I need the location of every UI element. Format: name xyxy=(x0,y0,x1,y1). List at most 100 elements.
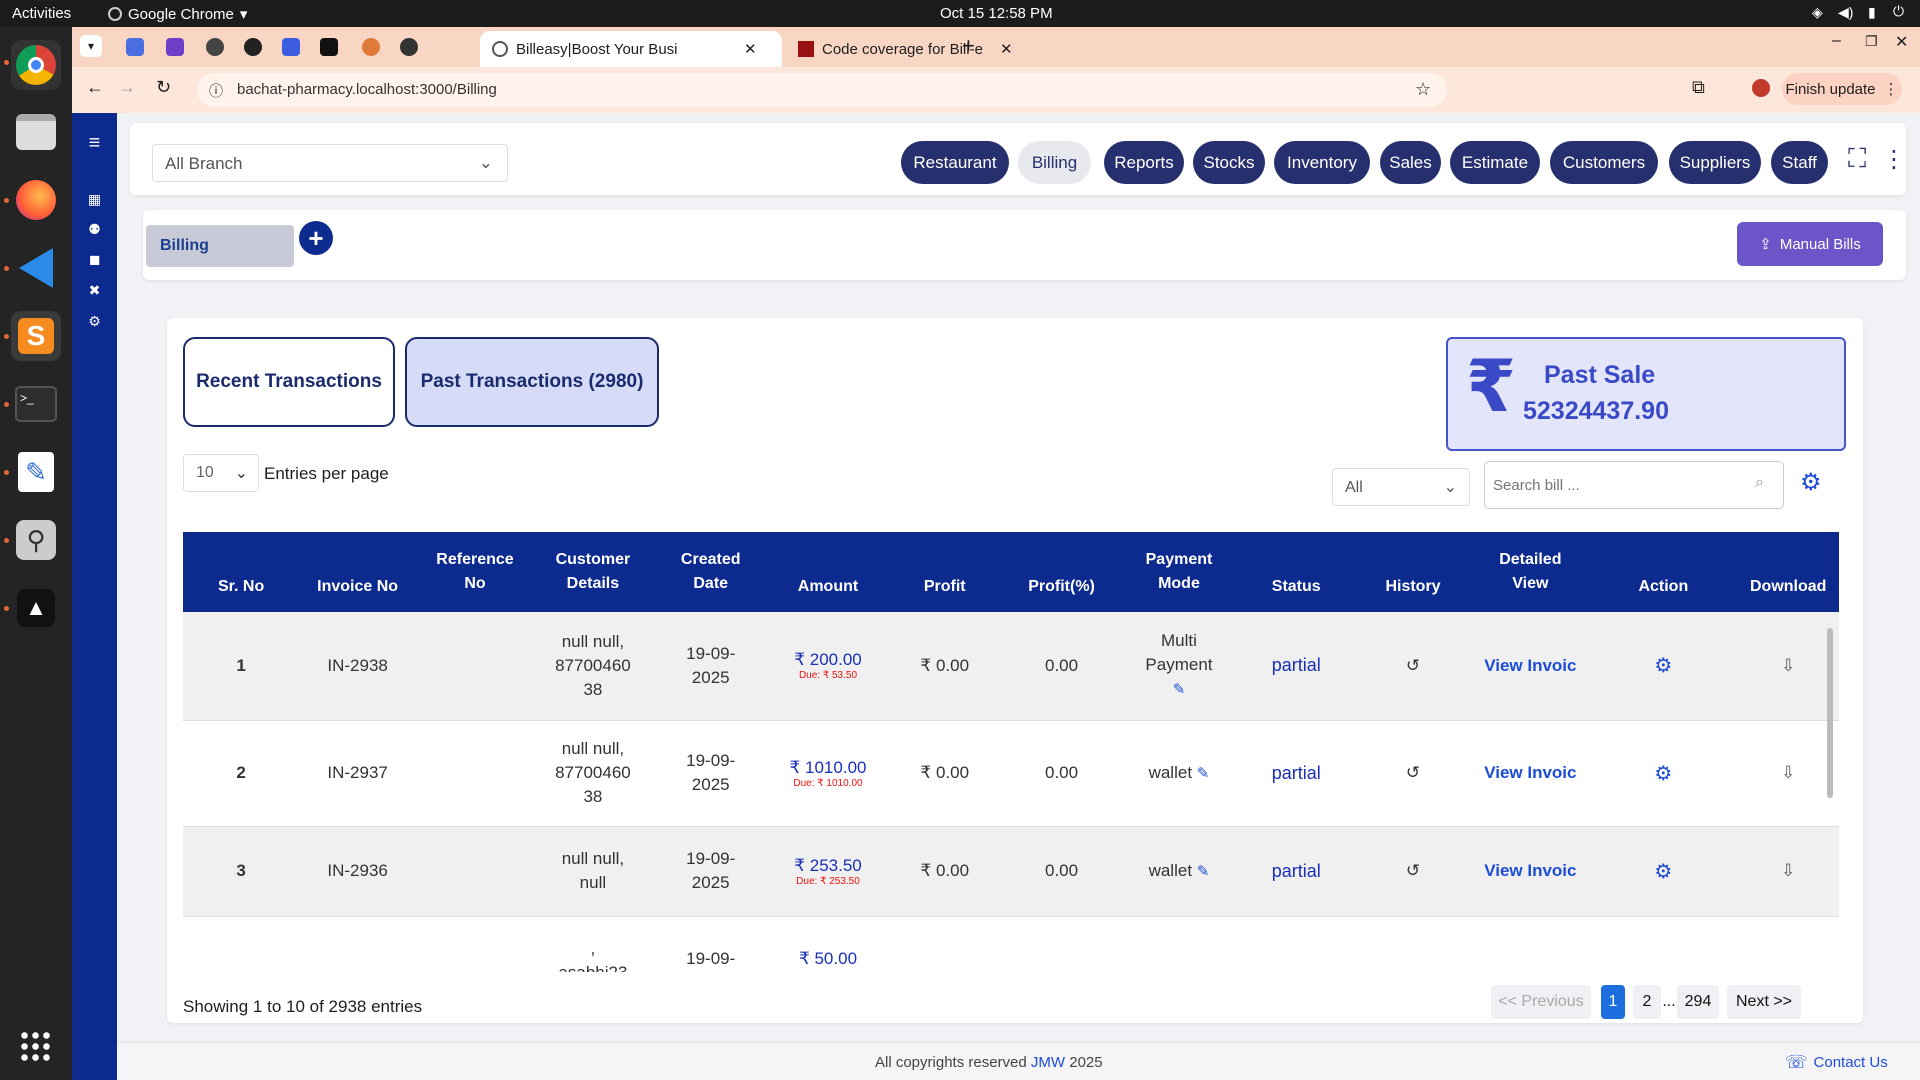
recent-transactions-tab[interactable]: Recent Transactions xyxy=(183,337,395,427)
reload-icon[interactable]: ↻ xyxy=(156,77,171,98)
action-gear-icon[interactable]: ⚙ xyxy=(1589,826,1737,916)
sublime-dock-icon[interactable]: S xyxy=(11,311,61,361)
show-apps-icon[interactable] xyxy=(11,1022,61,1072)
text-editor-dock-icon[interactable]: ✎ xyxy=(11,447,61,497)
back-icon[interactable]: ← xyxy=(86,77,104,98)
view-invoice-link[interactable]: View Invoic xyxy=(1484,763,1576,782)
edit-payment-icon[interactable]: ✎ xyxy=(1197,863,1210,880)
clock[interactable]: Oct 15 12:58 PM xyxy=(940,5,1053,22)
search-input[interactable] xyxy=(1493,472,1743,498)
download-icon[interactable]: ⇩ xyxy=(1737,612,1839,720)
tab-icon-7[interactable] xyxy=(362,38,380,56)
minimize-icon[interactable]: – xyxy=(1832,32,1841,50)
vscode-dock-icon[interactable] xyxy=(11,243,61,293)
entries-select[interactable]: 10 ⌄ xyxy=(183,454,259,492)
bookmark-star-icon[interactable]: ☆ xyxy=(1415,79,1431,100)
nav-restaurant[interactable]: Restaurant xyxy=(901,141,1009,184)
search-tool-dock-icon[interactable]: ⚲ xyxy=(11,515,61,565)
nav-reports[interactable]: Reports xyxy=(1104,141,1184,184)
previous-page-button[interactable]: << Previous xyxy=(1491,985,1591,1019)
app-dock-icon[interactable]: ▲ xyxy=(11,583,61,633)
table-row[interactable]: , asabhi23 19-09- ₹ 50.00 xyxy=(183,916,1839,972)
edit-payment-icon[interactable]: ✎ xyxy=(1173,681,1186,698)
chrome-dock-icon[interactable] xyxy=(11,40,61,90)
nav-stocks[interactable]: Stocks xyxy=(1193,141,1265,184)
close-window-icon[interactable]: ✕ xyxy=(1895,32,1908,52)
forward-icon[interactable]: → xyxy=(118,77,136,98)
more-options-icon[interactable]: ⋮ xyxy=(1882,145,1906,174)
action-gear-icon[interactable]: ⚙ xyxy=(1589,612,1737,720)
terminal-dock-icon[interactable]: >_ xyxy=(11,379,61,429)
volume-icon[interactable]: ◀) xyxy=(1838,4,1853,21)
site-info-icon[interactable]: ⓘ xyxy=(209,81,223,101)
close-tab-icon[interactable]: ✕ xyxy=(1000,40,1013,58)
files-dock-icon[interactable] xyxy=(11,107,61,157)
tab-icon-3[interactable] xyxy=(206,38,224,56)
tab-icon-6[interactable] xyxy=(320,38,338,56)
tools-icon[interactable]: ✖ xyxy=(72,280,117,300)
nav-inventory[interactable]: Inventory xyxy=(1274,141,1370,184)
nav-sales[interactable]: Sales xyxy=(1380,141,1441,184)
table-row[interactable]: 2 IN-2937 null null, 87700460 38 19-09- … xyxy=(183,720,1839,826)
table-scrollbar[interactable] xyxy=(1827,628,1833,798)
headset-icon: ☏ xyxy=(1785,1052,1808,1072)
firefox-dock-icon[interactable] xyxy=(11,175,61,225)
dashboard-icon[interactable]: ▦ xyxy=(72,189,117,209)
address-bar[interactable]: ⓘ bachat-pharmacy.localhost:3000/Billing… xyxy=(197,73,1447,107)
app-menu[interactable]: Google Chrome ▾ xyxy=(108,5,247,23)
manual-bills-button[interactable]: ⇪ Manual Bills xyxy=(1737,222,1883,266)
search-icon[interactable]: ⌕ xyxy=(1755,474,1764,492)
profile-avatar[interactable] xyxy=(1752,79,1770,97)
tab-billeasy[interactable]: Billeasy|Boost Your Busi ✕ xyxy=(480,31,782,67)
page-2-button[interactable]: 2 xyxy=(1633,985,1661,1019)
settings-icon[interactable]: ⚙ xyxy=(72,311,117,331)
finish-update-button[interactable]: Finish update ⋮ xyxy=(1782,73,1902,105)
action-gear-icon[interactable]: ⚙ xyxy=(1589,720,1737,826)
page-294-button[interactable]: 294 xyxy=(1677,985,1719,1019)
fullscreen-icon[interactable]: ⛶ xyxy=(1848,143,1866,175)
contact-us-link[interactable]: ☏ Contact Us xyxy=(1785,1052,1888,1073)
group-icon[interactable]: ⚉ xyxy=(72,219,117,239)
tab-code-coverage[interactable]: Code coverage for Bill-e ✕ xyxy=(788,31,1018,67)
bag-icon[interactable]: ◼ xyxy=(72,249,117,269)
tab-icon-5[interactable] xyxy=(282,38,300,56)
new-tab-icon[interactable]: + xyxy=(962,33,975,59)
tab-icon-1[interactable] xyxy=(126,38,144,56)
activities-button[interactable]: Activities xyxy=(12,5,71,22)
battery-icon[interactable]: ▮ xyxy=(1868,4,1876,21)
restore-icon[interactable]: ❐ xyxy=(1865,33,1878,50)
history-icon[interactable]: ↺ xyxy=(1355,826,1472,916)
past-transactions-tab[interactable]: Past Transactions (2980) xyxy=(405,337,659,427)
close-tab-icon[interactable]: ✕ xyxy=(744,40,757,58)
table-row[interactable]: 3 IN-2936 null null, null 19-09- 2025 ₹ … xyxy=(183,826,1839,916)
table-row[interactable]: 1 IN-2938 null null, 87700460 38 19-09- … xyxy=(183,612,1839,720)
next-page-button[interactable]: Next >> xyxy=(1727,985,1801,1019)
status-filter-select[interactable]: All ⌄ xyxy=(1332,468,1470,506)
download-icon[interactable]: ⇩ xyxy=(1737,720,1839,826)
page-1-button[interactable]: 1 xyxy=(1601,985,1625,1019)
tab-icon-4[interactable] xyxy=(244,38,262,56)
brand-link[interactable]: JMW xyxy=(1031,1054,1065,1071)
tab-icon-2[interactable] xyxy=(166,38,184,56)
nav-billing[interactable]: Billing xyxy=(1018,141,1091,184)
tab-search-icon[interactable]: ▾ xyxy=(80,35,102,57)
wifi-icon[interactable]: ◈ xyxy=(1812,4,1823,21)
nav-suppliers[interactable]: Suppliers xyxy=(1669,141,1761,184)
view-invoice-link[interactable]: View Invoic xyxy=(1484,656,1576,675)
hamburger-menu-icon[interactable]: ≡ xyxy=(72,132,117,154)
nav-customers[interactable]: Customers xyxy=(1550,141,1658,184)
billing-tab[interactable]: Billing xyxy=(146,225,294,267)
power-icon[interactable]: ⏻ xyxy=(1893,3,1904,20)
nav-estimate[interactable]: Estimate xyxy=(1450,141,1540,184)
edit-payment-icon[interactable]: ✎ xyxy=(1197,765,1210,782)
extensions-icon[interactable]: ⧉ xyxy=(1692,77,1705,98)
add-tab-button[interactable]: + xyxy=(299,221,333,255)
download-icon[interactable]: ⇩ xyxy=(1737,826,1839,916)
tab-icon-8[interactable] xyxy=(400,38,418,56)
history-icon[interactable]: ↺ xyxy=(1355,612,1472,720)
nav-staff[interactable]: Staff xyxy=(1771,141,1828,184)
branch-select[interactable]: All Branch ⌄ xyxy=(152,144,508,182)
history-icon[interactable]: ↺ xyxy=(1355,720,1472,826)
view-invoice-link[interactable]: View Invoic xyxy=(1484,861,1576,880)
table-settings-icon[interactable]: ⚙ xyxy=(1800,468,1822,497)
